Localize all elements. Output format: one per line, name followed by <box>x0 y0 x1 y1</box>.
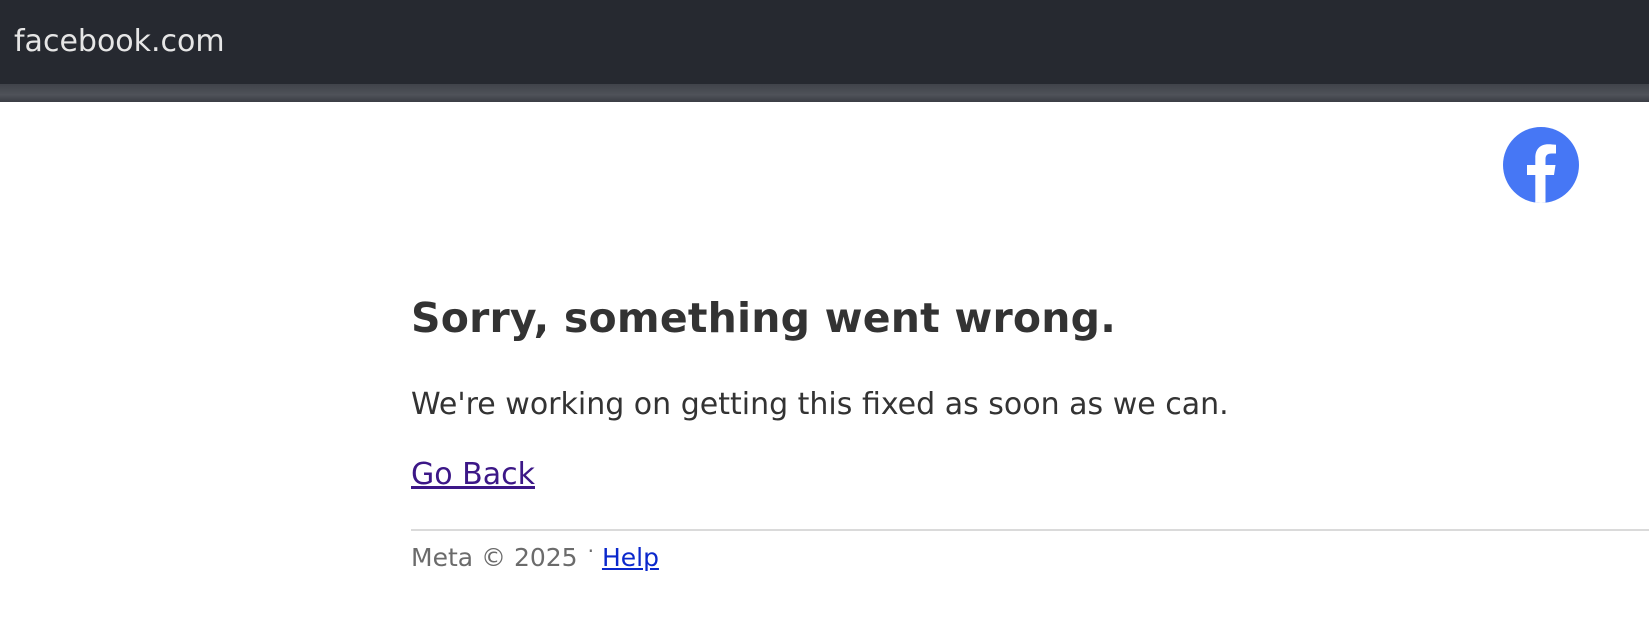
help-link[interactable]: Help <box>602 543 659 572</box>
footer-divider <box>411 529 1649 531</box>
window-title: facebook.com <box>14 24 225 59</box>
facebook-logo-icon[interactable] <box>1503 127 1579 203</box>
go-back-link[interactable]: Go Back <box>411 455 535 495</box>
titlebar-divider <box>0 84 1649 102</box>
copyright-text: Meta © 2025 <box>411 543 578 572</box>
error-content: Sorry, something went wrong. We're worki… <box>411 290 1649 572</box>
page-footer: Meta © 2025 · Help <box>411 539 659 577</box>
browser-titlebar: facebook.com <box>0 0 1649 84</box>
error-message: We're working on getting this fixed as s… <box>411 387 1229 422</box>
error-heading: Sorry, something went wrong. <box>411 294 1117 342</box>
footer-separator: · <box>587 539 594 563</box>
